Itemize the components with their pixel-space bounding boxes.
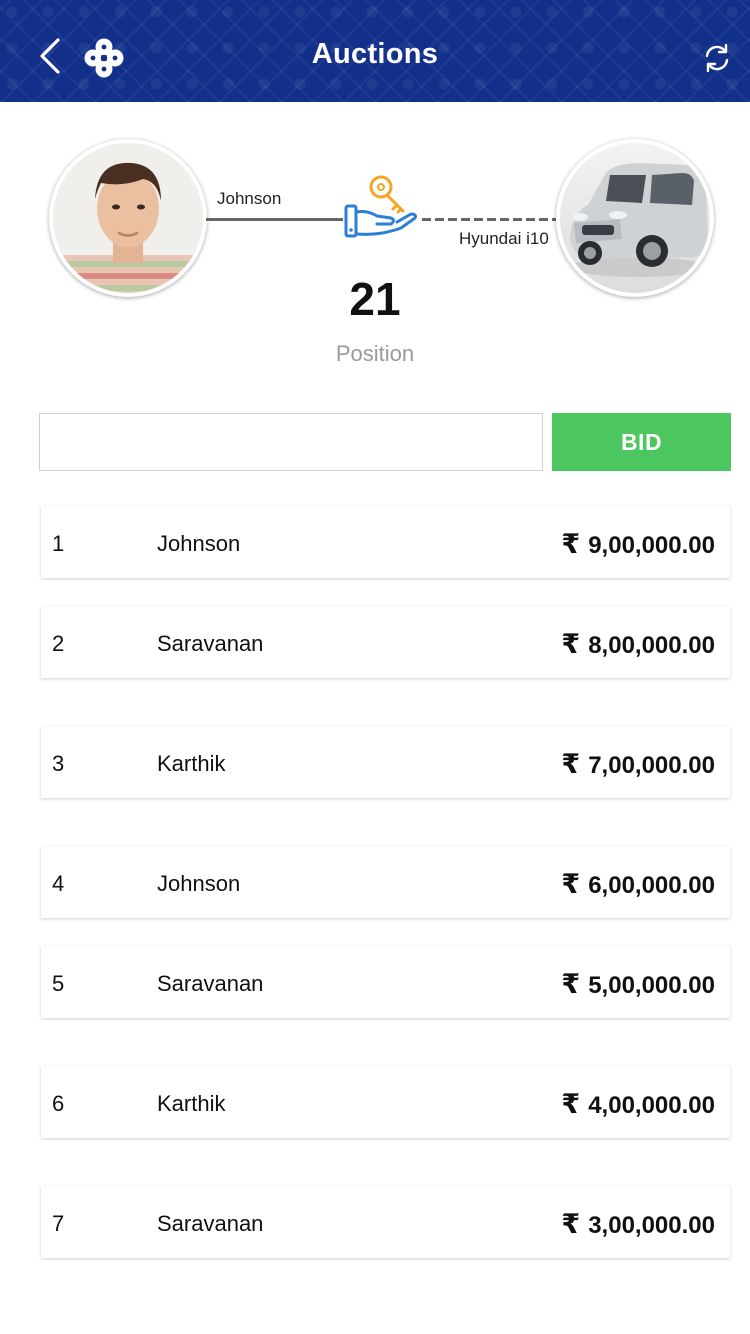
bidder-name: Saravanan — [157, 971, 264, 996]
position-value: 21 — [349, 273, 401, 325]
position-label: Position — [335, 341, 415, 366]
bid-amount-value: 8,00,000.00 — [588, 632, 715, 659]
rupee-symbol: ₹ — [561, 749, 581, 779]
user-photo — [53, 143, 203, 293]
bid-row: 4 Johnson ₹6,00,000.00 — [41, 846, 730, 918]
bid-row: 7 Saravanan ₹3,00,000.00 — [41, 1186, 730, 1258]
app-header: Auctions — [0, 0, 750, 102]
bidder-name: Karthik — [157, 1091, 226, 1116]
bid-rank: 3 — [52, 751, 65, 776]
rupee-symbol: ₹ — [561, 869, 581, 899]
bid-amount-value: 7,00,000.00 — [588, 752, 715, 779]
hand-with-key-icon — [344, 175, 417, 238]
bid-amount-value: 6,00,000.00 — [588, 872, 715, 899]
bidder-name: Johnson — [157, 871, 241, 896]
bid-amount-input[interactable] — [39, 413, 543, 471]
bid-button[interactable]: BID — [552, 413, 731, 471]
bid-rank: 2 — [52, 631, 65, 656]
car-photo — [560, 143, 710, 293]
connector-line-solid — [206, 218, 343, 221]
bid-row: 1 Johnson ₹9,00,000.00 — [41, 506, 730, 578]
connector-line-dashed — [422, 218, 556, 221]
bid-row: 3 Karthik ₹7,00,000.00 — [41, 726, 730, 798]
bid-amount-value: 4,00,000.00 — [588, 1092, 715, 1119]
bid-amount: ₹3,00,000.00 — [561, 1209, 715, 1240]
bid-rank: 4 — [52, 871, 65, 896]
item-name-label: Hyundai i10 — [459, 229, 549, 248]
bidder-name: Saravanan — [157, 631, 264, 656]
rupee-symbol: ₹ — [561, 969, 581, 999]
bidder-name: Karthik — [157, 751, 226, 776]
rupee-symbol: ₹ — [561, 1209, 581, 1239]
bid-row: 6 Karthik ₹4,00,000.00 — [41, 1066, 730, 1138]
bid-amount: ₹4,00,000.00 — [561, 1089, 715, 1120]
rupee-symbol: ₹ — [561, 1089, 581, 1119]
refresh-icon[interactable] — [702, 42, 732, 74]
bid-rank: 1 — [52, 531, 65, 556]
bid-rank: 5 — [52, 971, 65, 996]
bid-amount-value: 9,00,000.00 — [588, 532, 715, 559]
page-title: Auctions — [311, 38, 439, 70]
bid-row: 5 Saravanan ₹5,00,000.00 — [41, 946, 730, 1018]
bid-amount-value: 3,00,000.00 — [588, 1212, 715, 1239]
bid-row: 2 Saravanan ₹8,00,000.00 — [41, 606, 730, 678]
rupee-symbol: ₹ — [561, 529, 581, 559]
bidder-name: Saravanan — [157, 1211, 264, 1236]
bid-amount: ₹8,00,000.00 — [561, 629, 715, 660]
bid-rank: 6 — [52, 1091, 65, 1116]
rupee-symbol: ₹ — [561, 629, 581, 659]
bid-amount-value: 5,00,000.00 — [588, 972, 715, 999]
bid-rank: 7 — [52, 1211, 65, 1236]
bidder-name-label: Johnson — [217, 189, 282, 208]
bid-amount: ₹9,00,000.00 — [561, 529, 715, 560]
bid-amount: ₹6,00,000.00 — [561, 869, 715, 900]
bidder-name: Johnson — [157, 531, 241, 556]
bid-amount: ₹5,00,000.00 — [561, 969, 715, 1000]
bid-amount: ₹7,00,000.00 — [561, 749, 715, 780]
